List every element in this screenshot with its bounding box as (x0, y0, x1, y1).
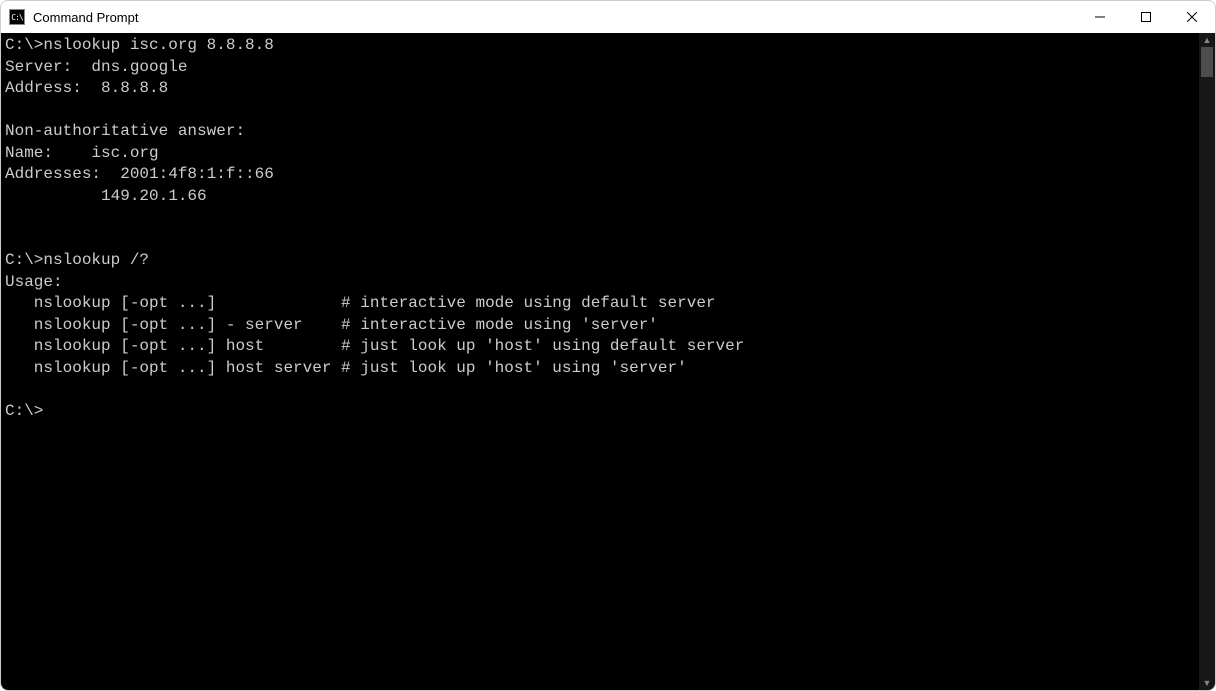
titlebar[interactable]: C:\ Command Prompt (1, 1, 1215, 33)
maximize-button[interactable] (1123, 1, 1169, 33)
close-button[interactable] (1169, 1, 1215, 33)
terminal-area[interactable]: C:\>nslookup isc.org 8.8.8.8 Server: dns… (1, 33, 1215, 690)
cmd-icon: C:\ (9, 9, 25, 25)
scrollbar-down-icon[interactable]: ▼ (1199, 676, 1215, 690)
terminal-output: C:\>nslookup isc.org 8.8.8.8 Server: dns… (1, 33, 1215, 422)
scrollbar-up-icon[interactable]: ▲ (1199, 33, 1215, 47)
scrollbar-track[interactable]: ▲ ▼ (1199, 33, 1215, 690)
minimize-button[interactable] (1077, 1, 1123, 33)
scrollbar-thumb[interactable] (1201, 47, 1213, 77)
window-controls (1077, 1, 1215, 33)
window-title: Command Prompt (33, 10, 1077, 25)
window-frame: C:\ Command Prompt C:\>nslookup isc.org … (0, 0, 1216, 691)
